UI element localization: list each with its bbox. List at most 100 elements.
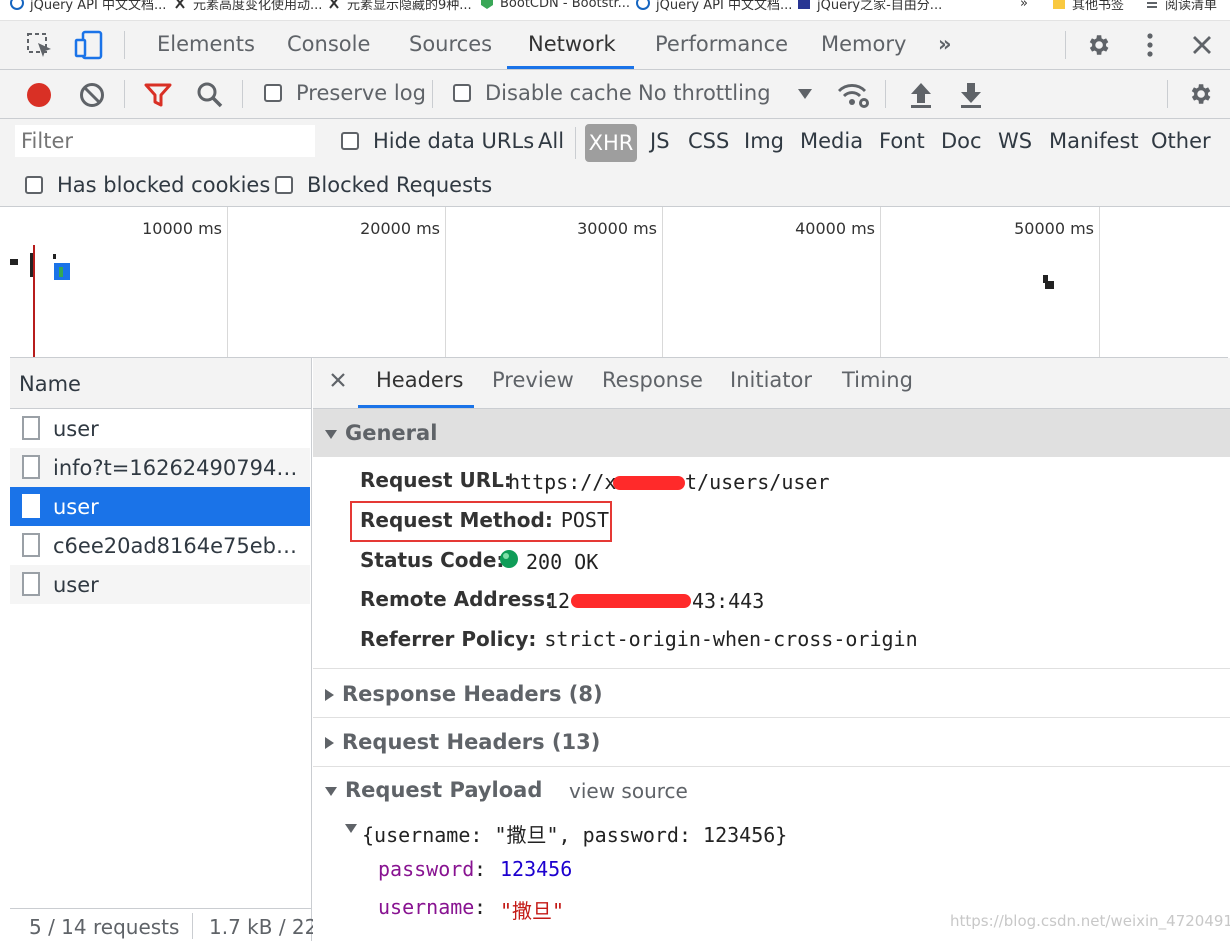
network-overview-timeline[interactable]: 10000 ms 20000 ms 30000 ms 40000 ms 5000… [10, 207, 1228, 358]
disable-cache-checkbox[interactable] [453, 84, 471, 102]
filter-type-doc[interactable]: Doc [941, 129, 982, 153]
blocked-requests-checkbox[interactable] [275, 176, 293, 194]
tab-timing[interactable]: Timing [842, 368, 913, 392]
record-icon[interactable] [25, 81, 53, 109]
timeline-load-marker [33, 245, 35, 357]
request-payload-section[interactable]: Request Payload [325, 778, 542, 802]
general-section-header[interactable]: General [313, 409, 1230, 457]
search-icon[interactable] [196, 81, 224, 109]
bookmark-item[interactable]: jQuery API 中文文档... [636, 0, 792, 13]
tab-preview[interactable]: Preview [492, 368, 574, 392]
request-headers-section[interactable]: Request Headers (13) [325, 730, 600, 754]
tab-response[interactable]: Response [602, 368, 703, 392]
settings-gear-icon[interactable] [1085, 32, 1111, 58]
device-toolbar-icon[interactable] [74, 30, 104, 60]
filter-funnel-icon[interactable] [144, 82, 172, 108]
reading-list[interactable]: 阅读清单 [1145, 0, 1217, 13]
payload-key-password: password [378, 857, 475, 881]
hide-data-urls-checkbox[interactable] [341, 132, 359, 150]
bookmark-folder-other[interactable]: 其他书签 [1052, 0, 1124, 13]
has-blocked-cookies-checkbox[interactable] [25, 176, 43, 194]
tab-elements[interactable]: Elements [157, 21, 255, 69]
request-count: 5 / 14 requests [29, 915, 180, 939]
active-detail-tab-indicator [358, 405, 474, 408]
expanded-triangle-icon[interactable] [345, 824, 357, 834]
dropdown-arrow-icon[interactable] [797, 88, 813, 100]
request-name: user [53, 573, 99, 597]
active-tab-indicator [507, 66, 634, 69]
filter-type-all[interactable]: All [538, 129, 564, 153]
export-har-icon[interactable] [958, 81, 984, 109]
status-code-row: Status Code: [360, 548, 504, 572]
devtools-tab-bar: Elements Console Sources Network Perform… [0, 21, 1230, 70]
filter-type-manifest[interactable]: Manifest [1049, 129, 1139, 153]
request-row[interactable]: info?t=1626249079444 [10, 448, 310, 487]
bookmark-item[interactable]: jQuery API 中文文档... [10, 0, 166, 13]
watermark: https://blog.csdn.net/weixin_47204919 [950, 912, 1230, 930]
network-settings-gear-icon[interactable] [1187, 81, 1213, 107]
filter-type-media[interactable]: Media [800, 129, 863, 153]
filter-type-img[interactable]: Img [744, 129, 784, 153]
import-har-icon[interactable] [908, 81, 934, 109]
filter-type-js[interactable]: JS [650, 129, 670, 153]
request-row[interactable]: user [10, 565, 310, 604]
timeline-tick: 10000 ms [142, 219, 222, 238]
payload-value-password: 123456 [500, 857, 573, 881]
filter-type-ws[interactable]: WS [998, 129, 1032, 153]
bookmark-item[interactable]: 元素高度变化使用动... [173, 0, 322, 13]
more-options-icon[interactable] [1140, 32, 1160, 58]
filter-input[interactable] [15, 125, 315, 157]
response-headers-section[interactable]: Response Headers (8) [325, 682, 603, 706]
name-column-header[interactable]: Name [10, 358, 311, 409]
timeline-tick: 20000 ms [360, 219, 440, 238]
bookmark-item[interactable]: jQuery之家-自由分... [797, 0, 942, 13]
request-row-selected[interactable]: user [10, 487, 310, 526]
highlight-box [350, 501, 612, 542]
request-headers-title: Request Headers (13) [342, 730, 601, 754]
filter-type-font[interactable]: Font [879, 129, 925, 153]
timeline-request-bar [10, 259, 18, 265]
inspect-element-icon[interactable] [26, 32, 54, 60]
more-tabs-button[interactable]: » [938, 21, 952, 69]
transfer-size: 1.7 kB / 22 [209, 915, 318, 939]
request-row[interactable]: user [10, 409, 310, 448]
list-icon [1145, 0, 1159, 10]
bookmarks-overflow[interactable]: » [1020, 0, 1028, 12]
status-code-label: Status Code: [360, 548, 505, 572]
redaction-scribble [613, 476, 685, 490]
close-icon[interactable] [1190, 33, 1214, 57]
timeline-request-bar [53, 254, 56, 259]
file-icon [22, 416, 40, 440]
bookmark-item[interactable]: 元素显示隐藏的9种... [327, 0, 472, 13]
filter-type-other[interactable]: Other [1151, 129, 1211, 153]
status-code-value: 200 OK [526, 550, 599, 574]
throttling-select[interactable]: No throttling [638, 81, 771, 105]
tab-performance[interactable]: Performance [655, 21, 788, 69]
hide-data-urls-label: Hide data URLs [373, 129, 535, 153]
bookmark-item[interactable]: BootCDN - Bootstr... [480, 0, 630, 12]
filter-type-xhr[interactable]: XHR [585, 124, 637, 162]
general-title: General [345, 421, 438, 445]
referrer-policy-row: Referrer Policy: strict-origin-when-cross… [360, 627, 918, 651]
tab-headers[interactable]: Headers [376, 368, 463, 392]
hand-icon [327, 0, 341, 10]
network-status-bar: 5 / 14 requests 1.7 kB / 22 [10, 908, 317, 942]
tab-console[interactable]: Console [287, 21, 370, 69]
bookmarks-bar: jQuery API 中文文档... 元素高度变化使用动... 元素显示隐藏的9… [0, 0, 1230, 21]
filter-type-css[interactable]: CSS [688, 129, 729, 153]
request-detail-panel: Headers Preview Response Initiator Timin… [313, 358, 1230, 941]
tab-sources[interactable]: Sources [409, 21, 492, 69]
tab-initiator[interactable]: Initiator [730, 368, 812, 392]
collapsed-triangle-icon [325, 737, 334, 749]
tab-network[interactable]: Network [528, 21, 616, 69]
request-row[interactable]: c6ee20ad8164e75eb80... [10, 526, 310, 565]
preserve-log-checkbox[interactable] [264, 84, 282, 102]
view-source-link[interactable]: view source [569, 779, 688, 803]
tab-memory[interactable]: Memory [821, 21, 906, 69]
request-list-panel: Name user info?t=1626249079444 user c6ee… [10, 358, 317, 942]
clear-icon[interactable] [78, 81, 106, 109]
hand-icon [173, 0, 187, 10]
close-detail-icon[interactable] [330, 372, 346, 388]
network-conditions-icon[interactable] [836, 81, 872, 109]
square-icon [797, 0, 811, 10]
